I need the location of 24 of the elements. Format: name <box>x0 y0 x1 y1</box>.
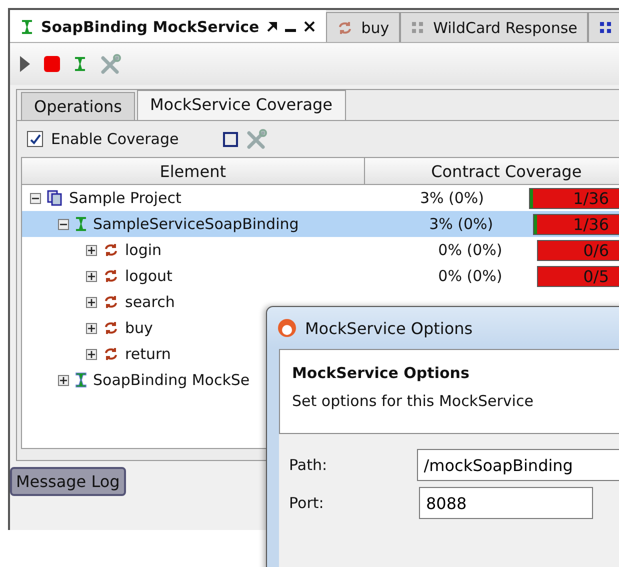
dialog-heading: MockService Options <box>292 364 470 382</box>
checkbox-label: Enable Coverage <box>51 130 179 148</box>
coverage-percent: 3% (0%) <box>420 189 486 207</box>
tree-label: return <box>125 345 171 363</box>
coverage-percent: 3% (0%) <box>429 215 494 233</box>
field-label: Path: <box>288 456 328 474</box>
tree-label: SoapBinding MockSe <box>93 371 250 389</box>
tree-label: SampleServiceSoapBinding <box>93 215 299 233</box>
coverage-count: 0/5 <box>583 266 609 286</box>
tree-label: search <box>125 293 175 311</box>
tree-label: Sample Project <box>69 189 182 207</box>
field-label: Port: <box>288 494 325 512</box>
dialog-description: Set options for this MockService <box>292 392 534 410</box>
column-header: Contract Coverage <box>430 160 583 182</box>
column-header: Element <box>22 158 365 184</box>
coverage-percent: 0% (0%) <box>438 267 504 285</box>
tree-label: logout <box>125 267 172 285</box>
tree-label: login <box>125 241 162 259</box>
coverage-percent: 0% (0%) <box>438 241 504 259</box>
tree-label: buy <box>125 319 153 337</box>
coverage-count: 1/36 <box>573 188 609 208</box>
dialog-title: MockService Options <box>305 318 473 338</box>
coverage-count: 1/36 <box>573 214 609 234</box>
coverage-count: 0/6 <box>583 240 609 260</box>
